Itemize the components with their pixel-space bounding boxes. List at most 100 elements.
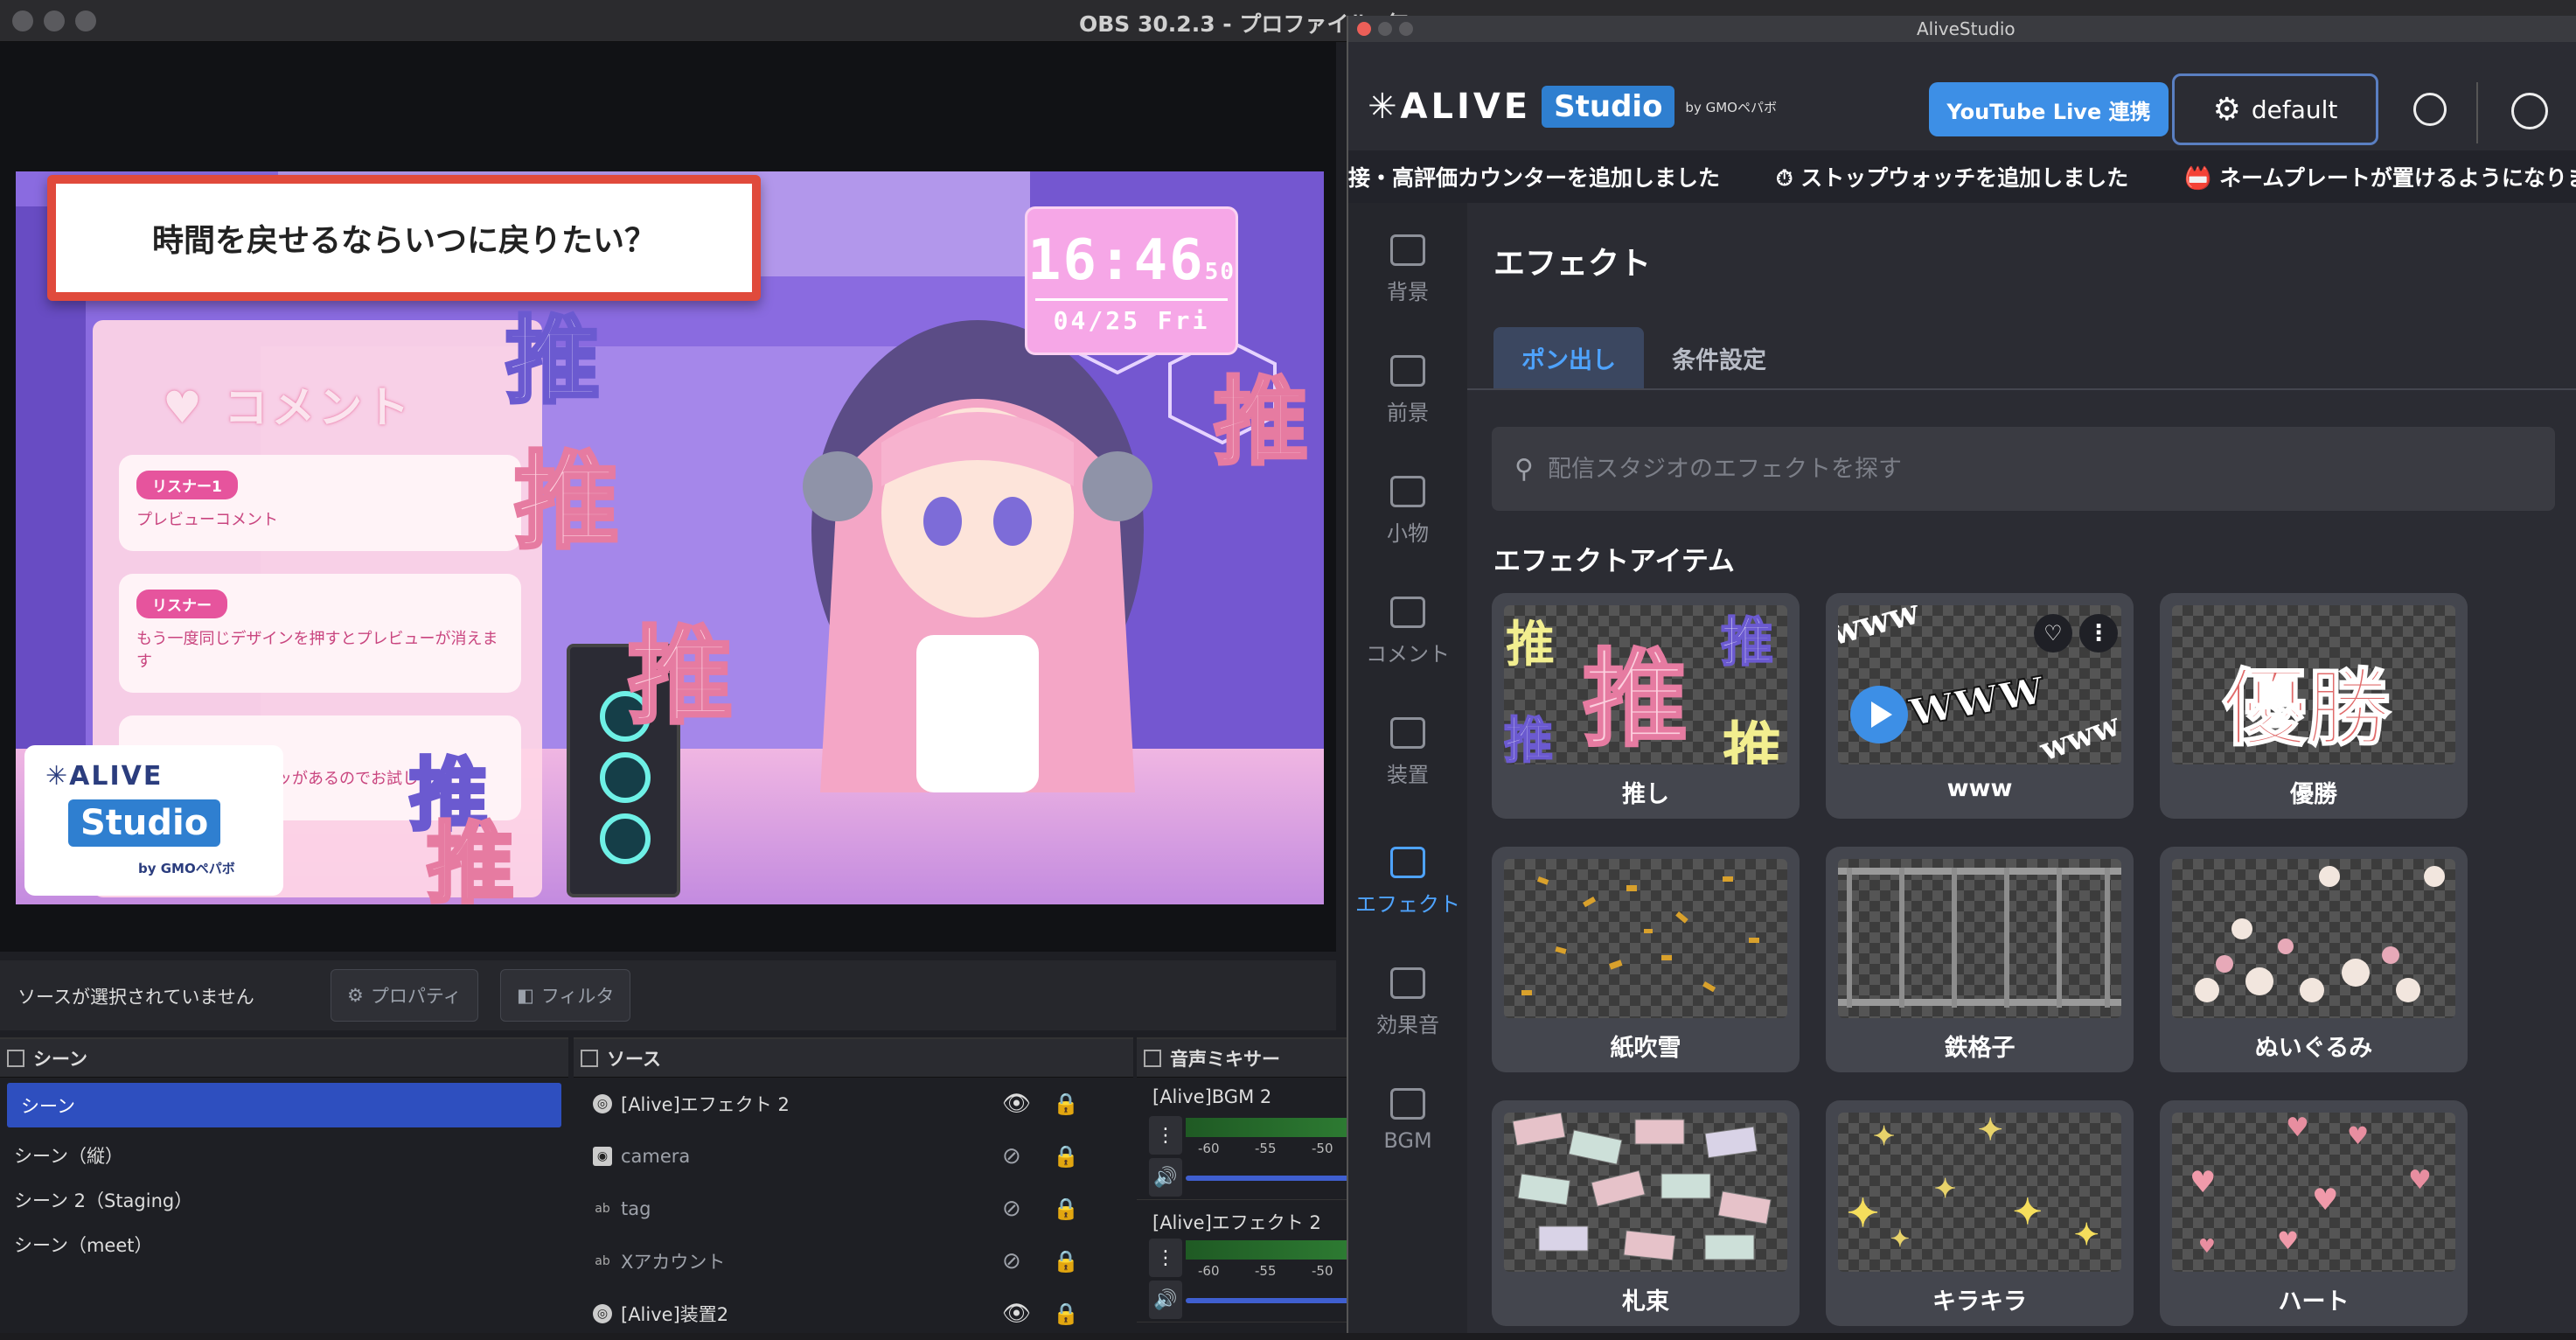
scene-item[interactable]: シーン（縦）: [0, 1133, 568, 1177]
nav-label: 小物: [1387, 521, 1429, 546]
globe-icon[interactable]: [2413, 93, 2447, 126]
ticker-item: ⏱ ストップウォッチを追加しました: [1776, 165, 2129, 191]
effect-label: キラキラ: [1932, 1288, 2027, 1316]
nav-background[interactable]: 背景: [1348, 220, 1467, 339]
fan-icon: [600, 813, 651, 864]
effect-card-yusho[interactable]: 優勝 優勝: [2160, 593, 2468, 819]
news-ticker: 接・高評価カウンターを追加しました ⏱ ストップウォッチを追加しました 📛 ネー…: [1348, 150, 2576, 203]
zoom-window-button[interactable]: [75, 10, 96, 31]
side-navigation: 背景 前景 小物 コメント 装置 エフェクト 効果音 BGM: [1348, 203, 1467, 1333]
text-icon: ab: [595, 1202, 610, 1216]
mixer-channel-name: [Alive]エフェクト 2: [1152, 1212, 1321, 1233]
effect-card-bars[interactable]: 鉄格子: [1826, 847, 2134, 1072]
minimize-window-button[interactable]: [44, 10, 65, 31]
tab-conditions[interactable]: 条件設定: [1644, 327, 1794, 388]
source-item[interactable]: ◎ [Alive]装置2 👁 🔒: [574, 1288, 1133, 1340]
nav-sound-effects[interactable]: 効果音: [1348, 953, 1467, 1072]
scene-item[interactable]: シーン 2（Staging）: [0, 1177, 568, 1222]
speaker-icon[interactable]: 🔊: [1149, 1158, 1182, 1197]
properties-label: プロパティ: [370, 986, 462, 1007]
youtube-live-button[interactable]: YouTube Live 連携: [1929, 82, 2169, 136]
eye-off-icon[interactable]: ⊘: [1002, 1248, 1021, 1274]
effect-thumbnail: 推 推 推 推 推: [1504, 605, 1787, 764]
effect-card-www[interactable]: www www www ♡ ⋮ www: [1826, 593, 2134, 819]
nav-bgm[interactable]: BGM: [1348, 1074, 1467, 1193]
section-title: エフェクトアイテム: [1493, 546, 1735, 577]
nav-effects[interactable]: エフェクト: [1348, 833, 1467, 952]
source-item[interactable]: ab Xアカウント ⊘ 🔒: [574, 1235, 1133, 1288]
heart-icon[interactable]: ♡: [2034, 614, 2072, 653]
effect-card-sparkle[interactable]: ✦ ✦ ✦ ✦ ✦ ✦ ✦ キラキラ: [1826, 1100, 2134, 1326]
scene-item[interactable]: シーン（meet）: [0, 1222, 568, 1267]
minimize-window-button[interactable]: [1378, 22, 1392, 36]
filters-button[interactable]: ◧ フィルタ: [500, 969, 631, 1022]
ticker-item: 接・高評価カウンターを追加しました: [1348, 165, 1721, 191]
play-icon[interactable]: [1850, 686, 1908, 743]
clock-time: 16:4650: [1027, 228, 1236, 293]
lock-icon[interactable]: 🔒: [1053, 1092, 1079, 1116]
thumb-glyph: 優勝: [2222, 658, 2392, 758]
nav-devices[interactable]: 装置: [1348, 703, 1467, 822]
eye-off-icon[interactable]: ⊘: [1002, 1196, 1021, 1222]
effect-card-heart[interactable]: ♥ ♥ ♥ ♥ ♥ ♥ ♥ ハート: [2160, 1100, 2468, 1326]
lock-icon[interactable]: 🔒: [1053, 1197, 1079, 1221]
volume-slider[interactable]: [1186, 1298, 1347, 1303]
alive-studio-logo: ✳ALIVE Studio by GMOペパボ: [24, 745, 283, 896]
gear-icon: ⚙: [347, 985, 364, 1006]
profile-button[interactable]: ⚙ default: [2172, 73, 2378, 145]
source-item[interactable]: ◉ camera ⊘ 🔒: [574, 1130, 1133, 1183]
effect-label: www: [1946, 775, 2013, 802]
effect-card-oshi[interactable]: 推 推 推 推 推 推し: [1492, 593, 1800, 819]
effect-thumbnail: ♥ ♥ ♥ ♥ ♥ ♥ ♥: [2172, 1113, 2455, 1272]
effect-label: 優勝: [2290, 781, 2337, 808]
oshi-effect: 推: [512, 438, 621, 565]
speaker-icon: [1390, 967, 1425, 999]
close-window-button[interactable]: [1357, 22, 1371, 36]
source-item[interactable]: ◎ [Alive]エフェクト 2 👁 🔒: [574, 1078, 1133, 1130]
volume-slider[interactable]: [1186, 1176, 1347, 1181]
lock-icon[interactable]: 🔒: [1053, 1249, 1079, 1274]
lock-icon[interactable]: 🔒: [1053, 1144, 1079, 1169]
tab-pon-dashi[interactable]: ポン出し: [1493, 327, 1644, 388]
page-title: エフェクト: [1493, 246, 1652, 282]
alive-studio-brand: ✳ALIVE Studio by GMOペパボ: [1368, 86, 1777, 128]
effect-card-money[interactable]: 札束: [1492, 1100, 1800, 1326]
effect-card-plush[interactable]: ぬいぐるみ: [2160, 847, 2468, 1072]
mixer-channel: [Alive]BGM 2 ⋮ -60 -55 -50 🔊: [1137, 1078, 1347, 1200]
speaker-icon[interactable]: 🔊: [1149, 1281, 1182, 1319]
kebab-menu-icon[interactable]: ⋮: [1149, 1239, 1182, 1277]
confetti-graphic: [1521, 876, 1759, 995]
sources-dock: ソース ◎ [Alive]エフェクト 2 👁 🔒 ◉ camera ⊘ 🔒 ab tag …: [574, 1037, 1133, 1333]
source-item[interactable]: ab tag ⊘ 🔒: [574, 1183, 1133, 1235]
nav-foreground[interactable]: 前景: [1348, 341, 1467, 460]
zoom-window-button[interactable]: [1399, 22, 1413, 36]
brand-alive-text: ✳ALIVE: [1368, 87, 1532, 127]
audio-mixer-dock: 音声ミキサー [Alive]BGM 2 ⋮ -60 -55 -50 🔊 [Ali…: [1137, 1037, 1347, 1333]
logo-by-text: by GMOペパボ: [138, 861, 235, 876]
nav-label: 背景: [1387, 280, 1429, 304]
kebab-menu-icon[interactable]: ⋮: [1149, 1116, 1182, 1155]
eye-icon[interactable]: 👁: [1002, 1091, 1031, 1117]
nav-props[interactable]: 小物: [1348, 462, 1467, 581]
eye-icon[interactable]: 👁: [1002, 1301, 1031, 1327]
effect-search[interactable]: ⚲: [1492, 427, 2555, 511]
image-plus-icon: [1390, 355, 1425, 387]
nav-label: コメント: [1366, 642, 1450, 667]
more-vert-icon[interactable]: ⋮: [2079, 614, 2118, 653]
preview-area[interactable]: ♥ コメント リスナー1 プレビューコメント リスナー もう一度同じデザインを押…: [0, 42, 1336, 952]
properties-button[interactable]: ⚙ プロパティ: [331, 969, 478, 1022]
close-window-button[interactable]: [12, 10, 33, 31]
comment-icon: [1390, 597, 1425, 628]
eye-off-icon[interactable]: ⊘: [1002, 1143, 1021, 1169]
source-label: [Alive]エフェクト 2: [621, 1094, 790, 1115]
money-graphic: [1512, 1113, 1772, 1261]
scene-item[interactable]: シーン: [7, 1083, 561, 1127]
stream-preview[interactable]: ♥ コメント リスナー1 プレビューコメント リスナー もう一度同じデザインを押…: [16, 171, 1324, 904]
account-icon[interactable]: [2511, 93, 2548, 129]
nav-comment[interactable]: コメント: [1348, 583, 1467, 701]
effects-page: エフェクト ポン出し 条件設定 ⚲ エフェクトアイテム 推 推 推 推 推 推し: [1467, 203, 2576, 1333]
search-input[interactable]: [1547, 455, 2510, 483]
effect-card-confetti[interactable]: 紙吹雪: [1492, 847, 1800, 1072]
sparkle-icon: ✦: [1978, 1113, 2003, 1148]
lock-icon[interactable]: 🔒: [1053, 1302, 1079, 1326]
